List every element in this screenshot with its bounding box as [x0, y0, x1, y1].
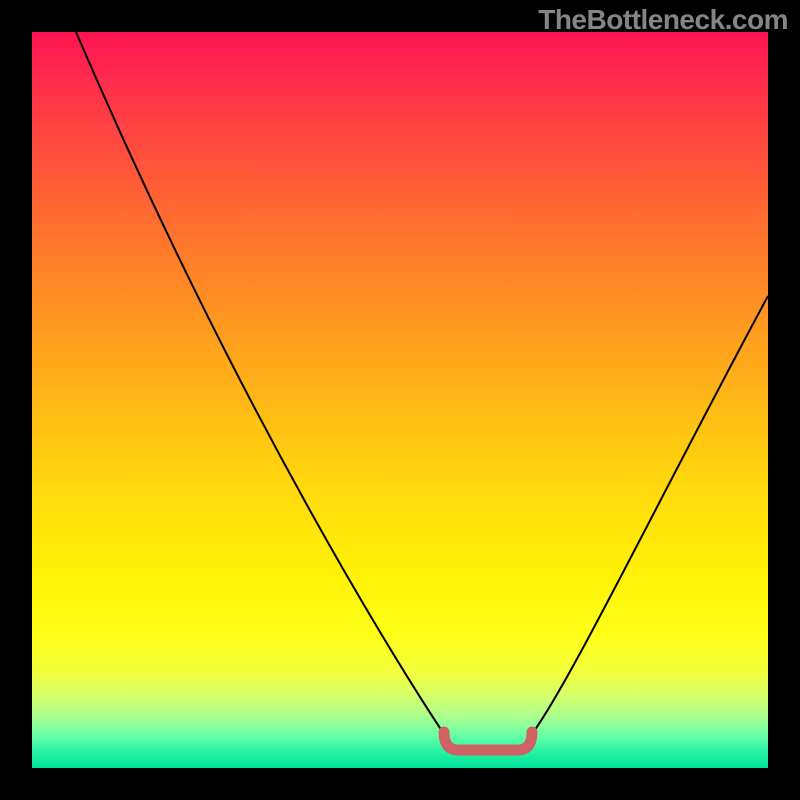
bottleneck-curve — [76, 32, 768, 750]
curve-svg — [32, 32, 768, 768]
watermark-text: TheBottleneck.com — [538, 4, 788, 36]
highlight-marker — [444, 732, 532, 750]
chart-frame: TheBottleneck.com — [0, 0, 800, 800]
plot-area — [32, 32, 768, 768]
